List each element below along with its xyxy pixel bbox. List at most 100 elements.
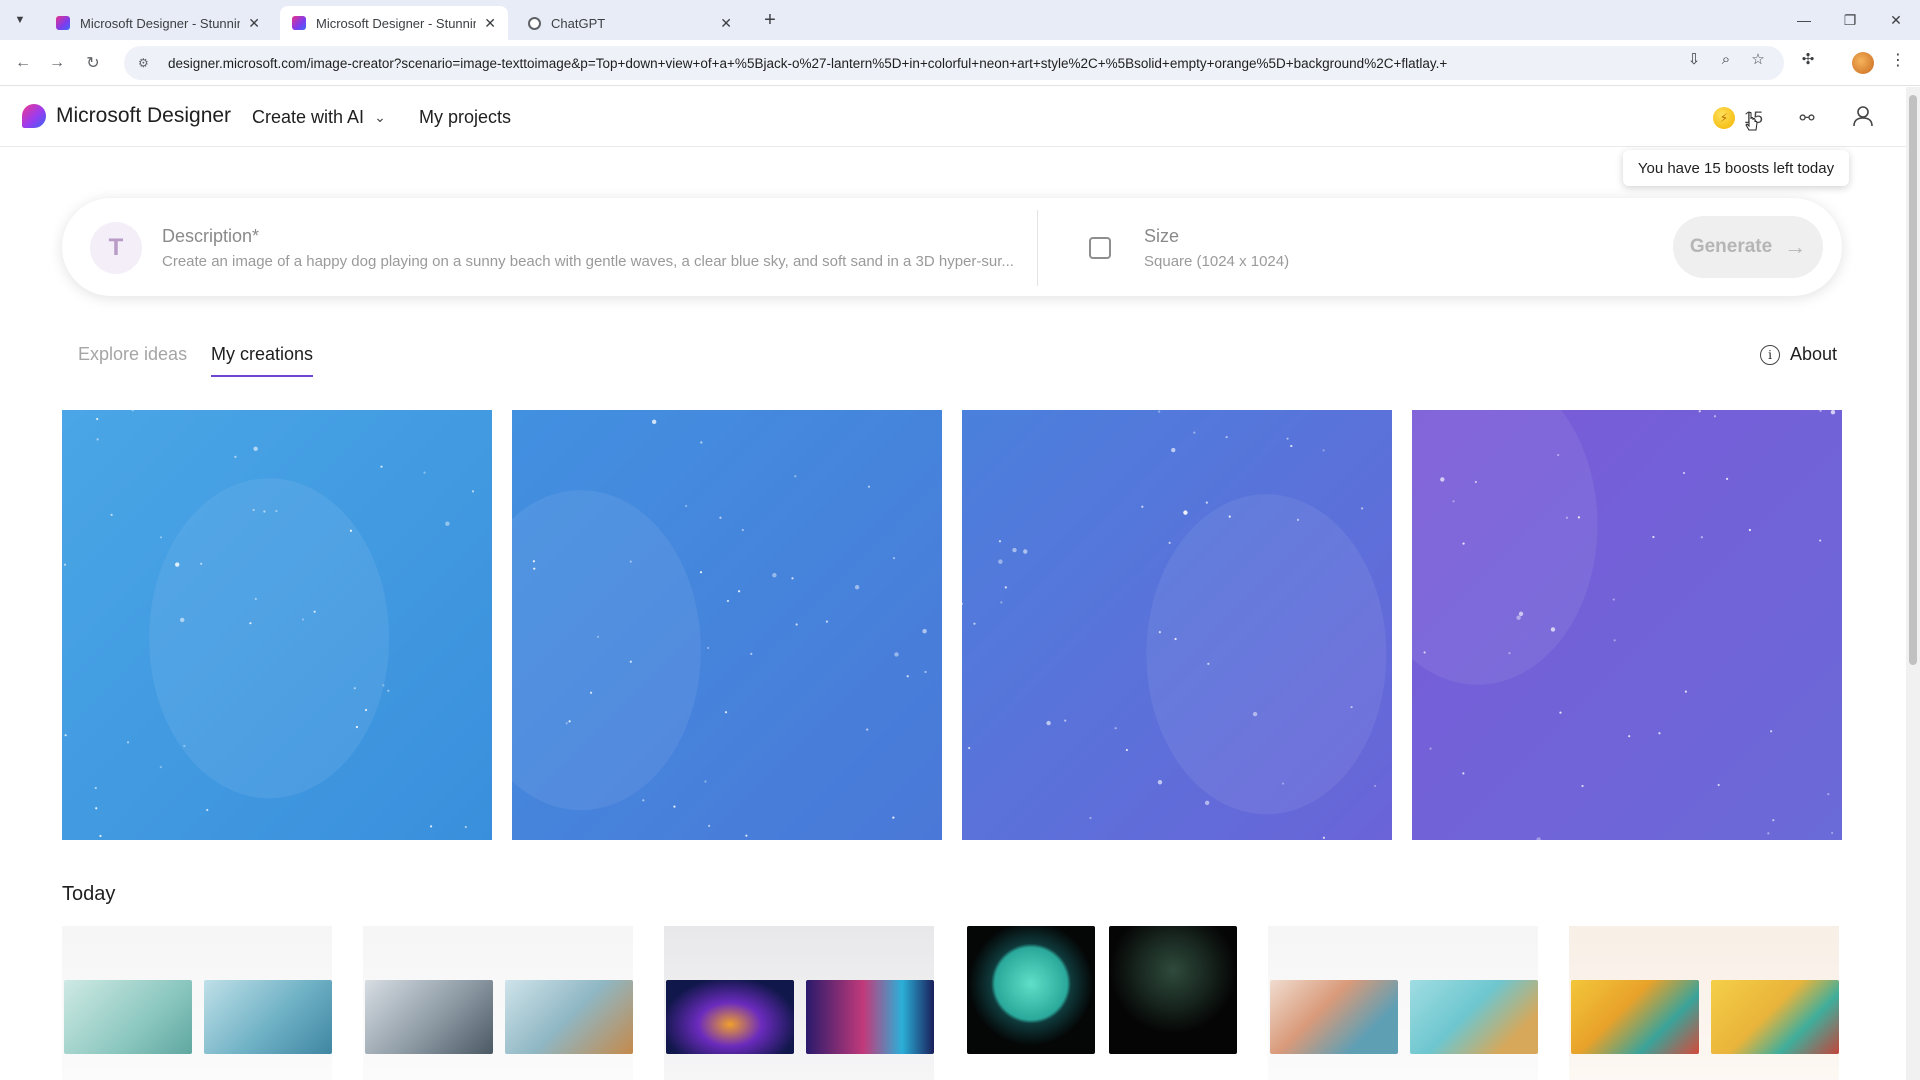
tab-explore-ideas[interactable]: Explore ideas bbox=[78, 344, 187, 365]
about-button[interactable]: i About bbox=[1760, 344, 1837, 365]
creation-thumbnail[interactable] bbox=[1711, 980, 1839, 1054]
back-icon[interactable]: ← bbox=[10, 50, 36, 76]
browser-tab-strip: ▼ Microsoft Designer - Stunning ✕ Micros… bbox=[0, 0, 1920, 40]
sparkle bbox=[1225, 435, 1228, 439]
window-close-icon[interactable]: ✕ bbox=[1876, 6, 1916, 34]
creation-thumbnail[interactable] bbox=[967, 926, 1095, 1054]
browser-tab-3[interactable]: ChatGPT ✕ bbox=[516, 6, 744, 40]
tile-background bbox=[962, 410, 1392, 840]
zoom-icon[interactable]: ⌕ bbox=[1716, 49, 1736, 69]
sparkle bbox=[719, 516, 722, 519]
browser-menu-icon[interactable]: ⋮ bbox=[1890, 50, 1906, 70]
generation-tile-4[interactable] bbox=[1412, 410, 1842, 840]
sparkle bbox=[1157, 780, 1163, 785]
creation-thumbnail[interactable] bbox=[806, 980, 934, 1054]
sparkle bbox=[249, 622, 252, 625]
sparkle bbox=[699, 571, 703, 574]
tab-search-icon[interactable]: ▼ bbox=[8, 8, 32, 32]
sparkle bbox=[533, 567, 536, 570]
sparkle bbox=[94, 786, 97, 790]
sparkle bbox=[234, 455, 237, 458]
site-settings-icon[interactable]: ⚙ bbox=[138, 56, 154, 70]
new-tab-icon[interactable]: + bbox=[758, 8, 782, 32]
description-label: Description* bbox=[162, 226, 260, 246]
sparkle bbox=[355, 725, 359, 729]
close-icon[interactable]: ✕ bbox=[484, 15, 496, 32]
user-account-icon[interactable] bbox=[1852, 105, 1874, 127]
sparkle bbox=[1474, 480, 1477, 484]
creation-thumbnail[interactable] bbox=[1410, 980, 1538, 1054]
sparkle bbox=[353, 687, 356, 690]
sparkle bbox=[1141, 505, 1144, 508]
creation-thumbnail[interactable] bbox=[64, 980, 192, 1054]
designer-icon bbox=[56, 16, 70, 30]
creation-group-6[interactable] bbox=[1569, 926, 1839, 1080]
sparkle bbox=[1114, 727, 1117, 730]
tab-my-creations[interactable]: My creations bbox=[211, 344, 314, 377]
tab-title: Microsoft Designer - Stunning bbox=[80, 15, 241, 31]
extensions-icon[interactable]: ✣ bbox=[1798, 49, 1818, 69]
browser-tab-2[interactable]: Microsoft Designer - Stunning ✕ bbox=[280, 6, 508, 40]
sparkle bbox=[1374, 784, 1377, 788]
sparkle bbox=[471, 490, 475, 493]
creation-group-5[interactable] bbox=[1268, 926, 1538, 1080]
creation-thumbnail[interactable] bbox=[1270, 980, 1398, 1054]
size-square-icon[interactable] bbox=[1089, 237, 1111, 259]
creation-thumbnail[interactable] bbox=[505, 980, 633, 1054]
tile-background bbox=[1412, 410, 1842, 840]
sparkle bbox=[854, 584, 860, 590]
sparkle bbox=[1252, 711, 1258, 717]
sparkle bbox=[924, 670, 927, 674]
creation-group-1[interactable] bbox=[62, 926, 332, 1080]
bookmark-star-icon[interactable]: ☆ bbox=[1748, 49, 1768, 69]
reload-icon[interactable]: ↻ bbox=[80, 50, 106, 76]
sparkle bbox=[1717, 783, 1720, 787]
sparkle bbox=[1831, 831, 1834, 835]
sparkle bbox=[313, 610, 316, 613]
sparkle bbox=[589, 691, 593, 694]
my-projects-link[interactable]: My projects bbox=[419, 107, 511, 128]
sparkle bbox=[892, 816, 895, 819]
creation-thumbnail[interactable] bbox=[204, 980, 332, 1054]
creation-group-4[interactable] bbox=[967, 926, 1237, 1080]
boost-icon[interactable]: ⚡ bbox=[1713, 107, 1735, 129]
generation-tile-2[interactable] bbox=[512, 410, 942, 840]
size-value[interactable]: Square (1024 x 1024) bbox=[1144, 253, 1289, 270]
boosts-tooltip: You have 15 boosts left today bbox=[1623, 150, 1849, 186]
creation-group-2[interactable] bbox=[363, 926, 633, 1080]
close-icon[interactable]: ✕ bbox=[248, 15, 260, 32]
sparkle bbox=[159, 766, 162, 769]
sparkle bbox=[64, 734, 67, 737]
creation-thumbnail[interactable] bbox=[666, 980, 794, 1054]
sparkle bbox=[1559, 711, 1562, 714]
generation-tile-3[interactable] bbox=[962, 410, 1392, 840]
install-app-icon[interactable]: ⇩ bbox=[1684, 49, 1704, 69]
description-input[interactable]: Create an image of a happy dog playing o… bbox=[162, 253, 1062, 270]
creation-thumbnail[interactable] bbox=[365, 980, 493, 1054]
create-with-ai-menu[interactable]: Create with AI ⌄ bbox=[252, 107, 386, 128]
creation-thumbnail[interactable] bbox=[1571, 980, 1699, 1054]
share-icon[interactable]: ⚯ bbox=[1794, 105, 1820, 131]
generate-button[interactable]: Generate → bbox=[1673, 216, 1823, 278]
chevron-down-icon: ⌄ bbox=[374, 109, 386, 125]
sparkle bbox=[1296, 518, 1300, 521]
scrollbar-thumb[interactable] bbox=[1909, 95, 1917, 665]
sparkle bbox=[1462, 542, 1465, 545]
browser-tab-1[interactable]: Microsoft Designer - Stunning ✕ bbox=[44, 6, 272, 40]
sparkle bbox=[95, 807, 98, 810]
designer-logo-icon[interactable] bbox=[22, 104, 46, 128]
tile-background bbox=[512, 410, 942, 840]
minimize-icon[interactable]: — bbox=[1784, 6, 1824, 34]
address-bar[interactable]: ⚙ designer.microsoft.com/image-creator?s… bbox=[124, 46, 1784, 80]
creation-group-3[interactable] bbox=[664, 926, 934, 1080]
restore-icon[interactable]: ❐ bbox=[1830, 6, 1870, 34]
forward-icon[interactable]: → bbox=[44, 50, 70, 76]
creation-thumbnail[interactable] bbox=[1109, 926, 1237, 1054]
size-label[interactable]: Size bbox=[1144, 226, 1179, 247]
page-scrollbar[interactable] bbox=[1906, 87, 1920, 1080]
profile-avatar[interactable] bbox=[1852, 52, 1874, 74]
sparkle bbox=[1046, 720, 1051, 726]
brand-name[interactable]: Microsoft Designer bbox=[56, 104, 231, 128]
generation-tile-1[interactable] bbox=[62, 410, 492, 840]
close-icon[interactable]: ✕ bbox=[720, 15, 732, 32]
